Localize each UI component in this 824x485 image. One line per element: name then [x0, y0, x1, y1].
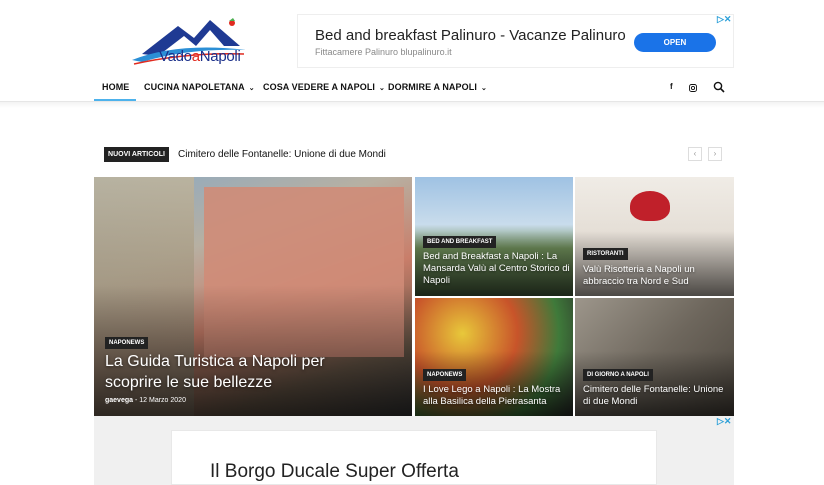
- article-meta: gaevega - 12 Marzo 2020: [105, 397, 186, 404]
- nav-item-dormire[interactable]: DORMIRE A NAPOLI ⌄: [388, 82, 487, 92]
- featured-article-tile[interactable]: RISTORANTI Valù Risotteria a Napoli un a…: [575, 177, 734, 296]
- search-icon[interactable]: [713, 81, 725, 93]
- featured-article-tile[interactable]: DI GIORNO A NAPOLI Cimitero delle Fontan…: [575, 298, 734, 416]
- article-title[interactable]: I Love Lego a Napoli : La Mostra alla Ba…: [423, 384, 571, 408]
- chevron-down-icon: ⌄: [379, 85, 385, 92]
- nav-item-home[interactable]: HOME: [94, 82, 137, 101]
- category-badge[interactable]: BED AND BREAKFAST: [423, 236, 497, 248]
- article-title[interactable]: Valù Risotteria a Napoli un abbraccio tr…: [583, 264, 731, 288]
- article-title[interactable]: Cimitero delle Fontanelle: Unione di due…: [583, 384, 731, 408]
- top-advertisement[interactable]: Bed and breakfast Palinuro - Vacanze Pal…: [297, 14, 734, 68]
- header-shadow: [0, 102, 824, 108]
- ad-open-button[interactable]: OPEN: [634, 33, 716, 52]
- ticker-next-button[interactable]: ›: [708, 147, 722, 161]
- ad-card[interactable]: Il Borgo Ducale Super Offerta: [171, 430, 657, 485]
- instagram-icon[interactable]: [689, 84, 697, 92]
- logo-text[interactable]: VadoaNapoli: [159, 48, 241, 65]
- ad-title[interactable]: Bed and breakfast Palinuro - Vacanze Pal…: [315, 27, 626, 44]
- ticker-prev-button[interactable]: ‹: [688, 147, 702, 161]
- ticker-headline[interactable]: Cimitero delle Fontanelle: Unione di due…: [178, 149, 386, 160]
- main-nav: HOME CUCINA NAPOLETANA ⌄ COSA VEDERE A NA…: [0, 76, 824, 102]
- ad-title[interactable]: Il Borgo Ducale Super Offerta: [210, 461, 459, 483]
- ticker-label: NUOVI ARTICOLI: [104, 147, 169, 162]
- featured-article-tile[interactable]: BED AND BREAKFAST Bed and Breakfast a Na…: [415, 177, 573, 296]
- article-title[interactable]: Bed and Breakfast a Napoli : La Mansarda…: [423, 251, 571, 287]
- facebook-icon[interactable]: f: [670, 82, 673, 91]
- category-badge[interactable]: DI GIORNO A NAPOLI: [583, 369, 653, 381]
- category-badge[interactable]: RISTORANTI: [583, 248, 628, 260]
- adchoices-icon[interactable]: ▷✕: [717, 14, 731, 25]
- article-title[interactable]: La Guida Turistica a Napoli per scoprire…: [105, 351, 365, 393]
- chevron-down-icon: ⌄: [480, 85, 487, 92]
- bottom-advertisement[interactable]: Il Borgo Ducale Super Offerta: [94, 416, 734, 485]
- category-badge[interactable]: NAPONEWS: [105, 337, 149, 349]
- featured-article-main[interactable]: NAPONEWS La Guida Turistica a Napoli per…: [94, 177, 412, 416]
- article-date: 12 Marzo 2020: [139, 397, 186, 404]
- nav-item-cucina[interactable]: CUCINA NAPOLETANA ⌄: [144, 82, 255, 92]
- nav-item-cosa-vedere[interactable]: COSA VEDERE A NAPOLI ⌄: [263, 82, 385, 92]
- ad-subtitle: Fittacamere Palinuro blupalinuro.it: [315, 47, 452, 57]
- category-badge[interactable]: NAPONEWS: [423, 369, 467, 381]
- featured-article-tile[interactable]: NAPONEWS I Love Lego a Napoli : La Mostr…: [415, 298, 573, 416]
- chevron-down-icon: ⌄: [248, 85, 255, 92]
- article-author[interactable]: gaevega: [105, 397, 133, 404]
- chandelier-shape: [630, 191, 670, 221]
- adchoices-icon[interactable]: ▷✕: [717, 416, 731, 427]
- logo-leaf: [229, 18, 235, 21]
